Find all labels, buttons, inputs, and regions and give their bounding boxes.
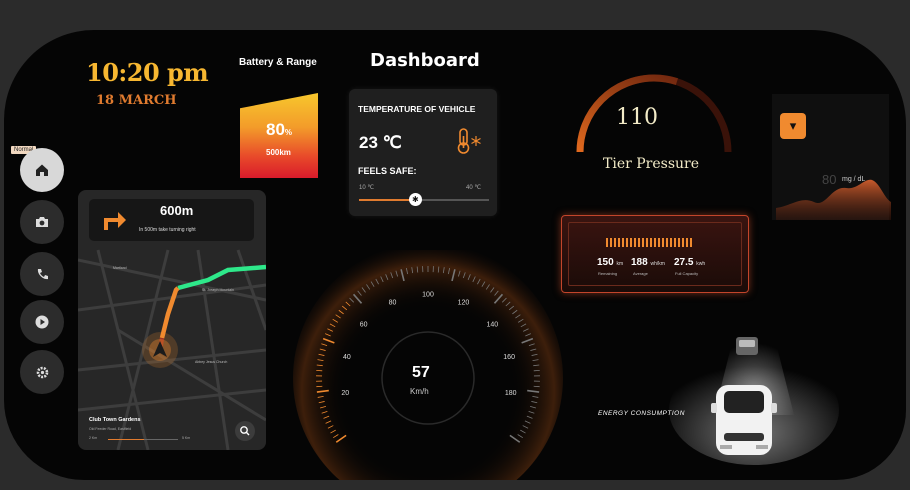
battery-range: 500km bbox=[266, 148, 291, 157]
temperature-slider-handle[interactable]: ✱ bbox=[408, 193, 422, 206]
energy-stat-remaining-label: Remaining bbox=[598, 271, 618, 276]
speed-tick-label: 80 bbox=[389, 299, 397, 306]
clock-time: 10:20 pm bbox=[86, 58, 209, 87]
feels-safe-label: FEELS SAFE: bbox=[358, 166, 417, 176]
tire-pressure-value: 110 bbox=[616, 105, 658, 130]
energy-stat-remaining: 150 km bbox=[597, 257, 624, 268]
sidebar-item-settings[interactable] bbox=[20, 350, 64, 394]
gear-icon bbox=[36, 366, 48, 378]
navigation-card: 600m In 500m take turning right Martland… bbox=[78, 190, 266, 450]
sidebar-item-play[interactable] bbox=[20, 300, 64, 344]
energy-stat-average: 188 wh/km bbox=[631, 257, 665, 268]
energy-stat-capacity: 27.5 kwh bbox=[674, 257, 706, 268]
speed-tick-label: 120 bbox=[458, 299, 470, 306]
battery-percent: 80% bbox=[266, 120, 293, 139]
turn-right-arrow-icon bbox=[104, 212, 126, 230]
sidebar-item-phone[interactable] bbox=[20, 252, 64, 296]
temperature-min: 10 ℃ bbox=[359, 185, 375, 191]
trip-progress-end: 5 Km bbox=[182, 436, 191, 440]
thermometer-snow-icon bbox=[457, 128, 481, 154]
dashboard-frame: 10:20 pm 18 MARCH Dashboard Battery & Ra… bbox=[4, 30, 906, 480]
play-icon bbox=[35, 315, 49, 329]
search-icon bbox=[240, 426, 250, 436]
clock-date: 18 MARCH bbox=[96, 93, 177, 108]
temperature-title: TEMPERATURE OF VEHICLE bbox=[358, 104, 476, 114]
destination-address: Old Feeder Road, Eastfield bbox=[89, 427, 132, 431]
temperature-max: 40 ℃ bbox=[466, 185, 482, 191]
glucose-meter-icon[interactable]: ▾ bbox=[780, 113, 806, 139]
vehicle-view bbox=[669, 335, 839, 465]
speed-tick-label: 140 bbox=[487, 322, 499, 329]
phone-icon bbox=[37, 268, 48, 279]
route-path bbox=[177, 264, 266, 291]
temperature-value: 23 ℃ bbox=[359, 133, 402, 152]
energy-stat-capacity-label: Full Capacity bbox=[675, 271, 699, 276]
trip-progress-fill bbox=[108, 439, 144, 440]
energy-level-bars bbox=[606, 238, 694, 247]
glucose-chart bbox=[776, 179, 891, 220]
turn-distance: 600m bbox=[160, 203, 194, 218]
sidebar-item-camera[interactable] bbox=[20, 200, 64, 244]
destination-name: Club Town Gardens bbox=[89, 417, 141, 423]
speed-unit: Km/h bbox=[410, 387, 429, 396]
turn-instruction: In 500m take turning right bbox=[139, 227, 196, 233]
speed-value: 57 bbox=[412, 364, 430, 381]
page-title: Dashboard bbox=[370, 50, 480, 71]
tire-pressure-label: Tier Pressure bbox=[603, 156, 700, 172]
speed-tick-label: 20 bbox=[341, 390, 349, 397]
map-label: Abbey Jesus Church bbox=[195, 360, 228, 364]
speed-tick-label: 40 bbox=[343, 354, 351, 361]
trip-progress-start: 2 Km bbox=[89, 436, 98, 440]
map-label: St. Joseph Mountain bbox=[202, 288, 234, 292]
camera-icon bbox=[36, 217, 48, 227]
energy-consumption-card: ENERGY CONSUMPTION bbox=[561, 215, 749, 417]
speed-tick-label: 60 bbox=[360, 322, 368, 329]
car-icon bbox=[711, 385, 777, 455]
energy-stat-average-label: Average bbox=[633, 271, 648, 276]
route-path-active bbox=[159, 286, 180, 339]
energy-inner-frame bbox=[568, 222, 742, 286]
sidebar-item-home[interactable] bbox=[20, 148, 64, 192]
map-label: Martland bbox=[113, 266, 127, 270]
speed-tick-label: 160 bbox=[503, 354, 515, 361]
map-search-button[interactable] bbox=[235, 421, 255, 441]
battery-title: Battery & Range bbox=[239, 57, 317, 68]
temperature-slider-fill bbox=[359, 199, 415, 201]
speed-tick-label: 100 bbox=[422, 292, 434, 299]
temperature-card: TEMPERATURE OF VEHICLE 23 ℃ FEELS SAFE: … bbox=[349, 89, 497, 216]
home-icon bbox=[36, 164, 48, 176]
speed-tick-label: 180 bbox=[505, 390, 517, 397]
